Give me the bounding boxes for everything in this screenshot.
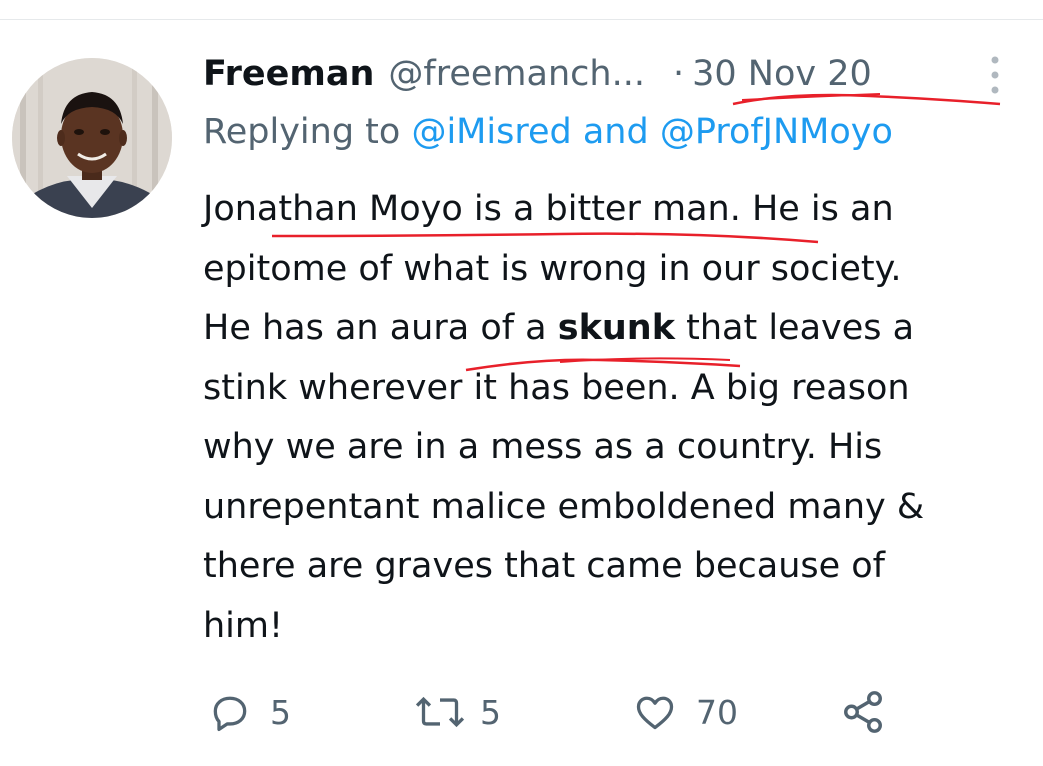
tweet-text-fragment: that leaves a [675,308,915,348]
tweet-actions: 5 5 70 [0,688,1043,736]
tweet-text-line: unrepentant malice emboldened many & [203,486,925,527]
avatar[interactable] [12,58,172,218]
date-separator: · [672,54,685,94]
replying-to-and: and [571,112,660,152]
replying-to: Replying to @iMisred and @ProfJNMoyo [203,112,893,152]
like-count: 70 [696,692,738,732]
tweet-text-line: epitome of what is wrong in our society. [203,248,902,289]
tweet-text-line: there are graves that came because of [203,546,886,586]
top-divider [0,19,1043,20]
tweet-text-line: stink wherever it has been. A big reason [203,367,910,408]
mention-profjnmoyo[interactable]: @ProfJNMoyo [660,112,893,152]
tweet-text-line: him! [203,605,284,646]
share-button[interactable] [840,688,886,736]
replying-to-label: Replying to [203,112,412,152]
avatar-photo [12,58,172,218]
like-button[interactable]: 70 [632,688,738,736]
share-icon [844,691,882,733]
retweet-icon [415,696,465,728]
heart-icon [636,696,674,730]
reply-icon [213,696,247,732]
mention-imisred[interactable]: @iMisred [411,112,571,152]
author-handle[interactable]: @freemanch... [388,54,645,94]
tweet-text-fragment: He has an aura of a [203,308,558,348]
tweet-text-line: Jonathan Moyo is a bitter man. He is an [203,189,894,229]
retweet-button[interactable]: 5 [412,688,501,736]
reply-button[interactable]: 5 [208,688,291,736]
tweet-text: Jonathan Moyo is a bitter man. He is an … [203,180,1023,656]
more-options-icon [991,56,999,94]
retweet-count: 5 [480,692,501,732]
tweet-header: Freeman @freemanch... · 30 Nov 20 [203,50,983,98]
tweet-text-bold-word: skunk [557,308,675,348]
tweet-date[interactable]: 30 Nov 20 [692,54,872,94]
author-name[interactable]: Freeman [203,54,374,94]
tweet-text-line: why we are in a mess as a country. His [203,427,883,467]
tweet-text-line: He has an aura of a skunk that leaves a [203,299,1023,359]
reply-count: 5 [270,692,291,732]
more-options-button[interactable] [982,52,1008,98]
